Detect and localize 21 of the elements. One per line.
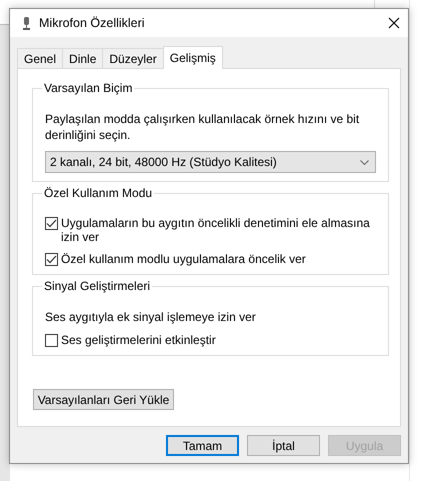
microphone-icon [23,16,30,30]
dialog-button[interactable]: Tamam [166,435,239,456]
chevron-down-icon [360,160,369,164]
format-dropdown[interactable]: 2 kanalı, 24 bit, 48000 Hz (Stüdyo Kalitesi) [45,151,376,173]
checkbox[interactable] [45,217,58,230]
group-title: Sinyal Geliştirmeleri [42,279,152,294]
tab[interactable]: Genel [17,48,64,68]
close-icon[interactable] [388,17,400,29]
restore-defaults-button[interactable]: Varsayılanları Geri Yükle [33,389,174,410]
checkbox[interactable] [45,334,58,347]
dialog-button[interactable]: İptal [247,435,320,456]
tab[interactable]: Düzeyler [102,48,164,68]
checkbox[interactable] [45,253,58,266]
tab[interactable]: Gelişmiş [162,46,223,69]
checkbox-label[interactable]: Uygulamaların bu aygıtın öncelikli denetimini ele almasına izin ver [61,216,376,244]
checkbox-label[interactable]: Özel kullanım modlu uygulamalara öncelik ver [61,252,306,266]
group-title: Varsayılan Biçim [42,81,134,96]
description-text: Paylaşılan modda çalışırken kullanılacak örnek hızını ve bit derinliğini seçin. [45,111,360,143]
checkbox-label[interactable]: Ses geliştirmelerini etkinleştir [61,333,216,347]
description-text: Ses aygıtıyla ek sinyal işlemeye izin ver [45,309,257,325]
window-title: Mikrofon Özellikleri [39,14,145,32]
